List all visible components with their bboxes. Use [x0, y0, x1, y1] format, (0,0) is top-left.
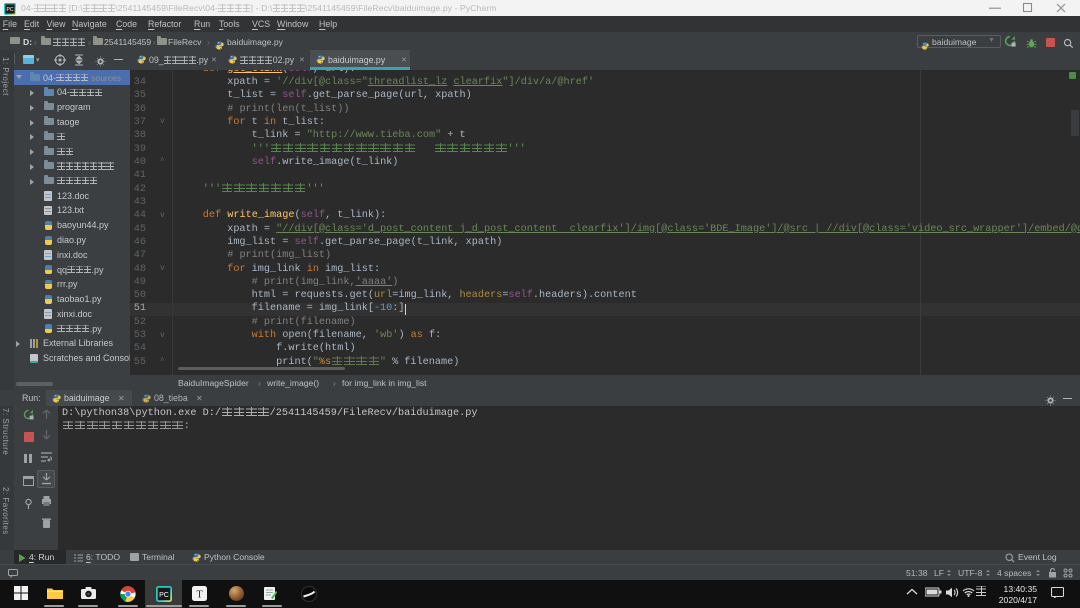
svg-text:PC: PC [159, 592, 169, 599]
svg-text:PC: PC [6, 7, 13, 13]
svg-text:T: T [196, 590, 202, 601]
